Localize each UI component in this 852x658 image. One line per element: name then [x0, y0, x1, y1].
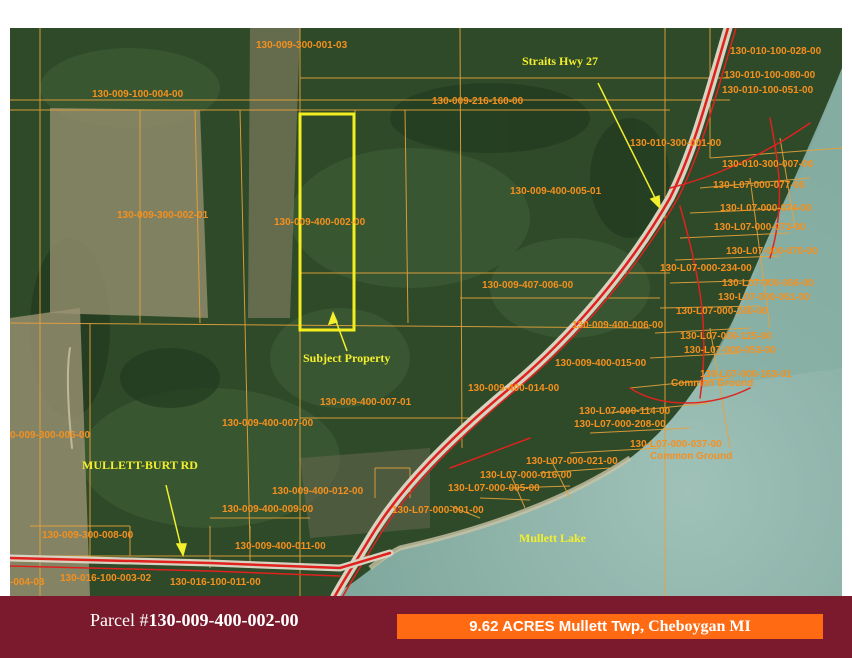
acreage-location: , Cheboygan MI: [640, 618, 751, 635]
parcel-label: 130-009-407-006-00: [482, 280, 574, 291]
acreage-banner: 9.62 ACRES Mullett Twp, Cheboygan MI: [397, 614, 823, 639]
parcel-label: 130-L07-000-070-00: [726, 246, 818, 257]
hwy-label: Straits Hwy 27: [522, 54, 598, 68]
parcel-label: 130-009-300-002-01: [117, 210, 209, 221]
parcel-label: 130-010-100-080-00: [724, 70, 816, 81]
parcel-label: 130-009-400-009-00: [222, 504, 314, 515]
parcel-label: 130-L07-000-240-00: [676, 306, 768, 317]
parcel-label: 130-010-100-028-00: [730, 46, 822, 57]
subject-property-label: Subject Property: [303, 351, 390, 365]
parcel-number: 130-009-400-002-00: [148, 610, 299, 630]
parcel-label: 130-009-300-001-03: [256, 40, 348, 51]
parcel-label: 130-009-400-011-00: [235, 541, 326, 552]
parcel-label: 130-009-216-160-00: [432, 96, 524, 107]
parcel-label: 130-L07-000-114-00: [579, 406, 671, 417]
parcel-label: 130-016-100-003-02: [60, 573, 152, 584]
parcel-label: 130-009-400-006-00: [572, 320, 664, 331]
parcel-label: 130-009-400-007-01: [320, 397, 412, 408]
parcel-label: 130-L07-000-021-00: [526, 456, 618, 467]
common-ground-label: Common Ground: [671, 378, 753, 389]
parcel-label: 130-009-100-004-00: [92, 89, 184, 100]
parcel-label: 130-L07-000-001-00: [392, 505, 484, 516]
parcel-label: 0-009-300-006-00: [10, 430, 90, 441]
parcel-label: 130-009-300-008-00: [42, 530, 134, 541]
map-canvas: 130-009-300-001-03 130-009-100-004-00 130-…: [10, 28, 842, 596]
parcel-label: 130-009-400-002-00: [274, 217, 366, 228]
footer-bar: Parcel #130-009-400-002-00 9.62 ACRES Mu…: [0, 596, 852, 658]
parcel-label: 130-010-300-001-00: [630, 138, 722, 149]
parcel-label: 130-L07-000-005-00: [448, 483, 540, 494]
parcel-label: 130-009-400-007-00: [222, 418, 314, 429]
parcel-label: 130-L07-000-125-00: [680, 331, 772, 342]
parcel-label: 130-L07-000-074-00: [720, 203, 812, 214]
parcel-label: 130-L07-000-016-00: [480, 470, 572, 481]
parcel-label: 130-L07-000-073-00: [714, 222, 806, 233]
parcel-label: 130-L07-000-208-00: [574, 419, 666, 430]
parcel-label: 130-L07-000-053-00: [684, 345, 776, 356]
parcel-label: -004-03: [10, 577, 45, 588]
acreage-main: 9.62 ACRES Mullett Twp: [469, 618, 641, 635]
parcel-label: 130-010-300-007-00: [722, 159, 814, 170]
parcel-label: 130-L07-000-061-00: [718, 292, 810, 303]
parcel-label: 130-L07-000-077-00: [713, 180, 805, 191]
parcel-id-text: Parcel #130-009-400-002-00: [90, 610, 298, 631]
parcel-prefix: Parcel #: [90, 610, 149, 630]
lake-label: Mullett Lake: [519, 531, 587, 545]
field-clearing-west: [10, 308, 90, 596]
road-label: MULLETT-BURT RD: [82, 458, 198, 472]
parcel-label: 130-010-100-051-00: [722, 85, 814, 96]
aerial-parcel-map: 130-009-300-001-03 130-009-100-004-00 130-…: [10, 28, 842, 596]
parcel-label: 130-009-400-014-00: [468, 383, 560, 394]
parcel-label: 130-009-400-005-01: [510, 186, 602, 197]
parcel-label: 130-009-400-012-00: [272, 486, 364, 497]
parcel-label: 130-009-400-015-00: [555, 358, 647, 369]
parcel-label: 130-L07-000-234-00: [660, 263, 752, 274]
parcel-label: 130-016-100-011-00: [170, 577, 261, 588]
common-ground-label: Common Ground: [650, 451, 732, 462]
parcel-label: 130-L07-000-037-00: [630, 439, 722, 450]
parcel-label: 130-L07-000-066-00: [722, 278, 814, 289]
